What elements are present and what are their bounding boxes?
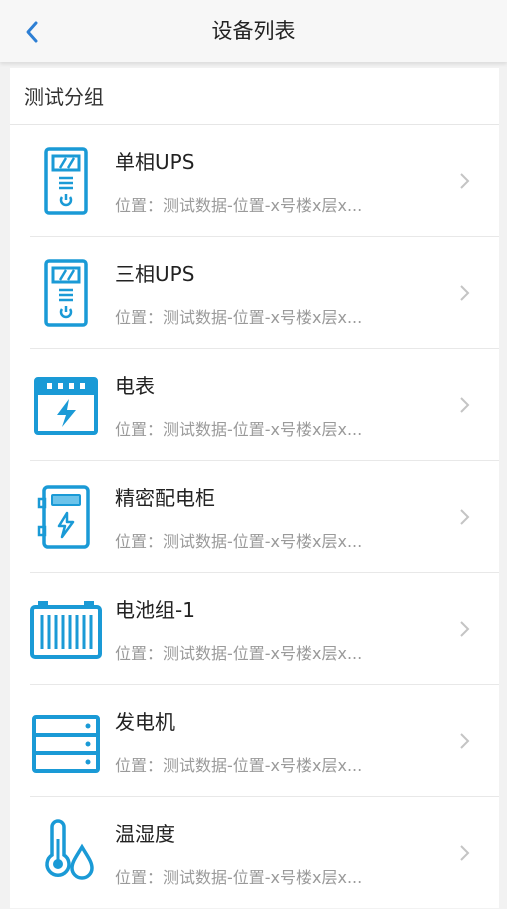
battery-icon	[30, 593, 102, 665]
chevron-right-icon	[460, 621, 470, 637]
device-name: 三相UPS	[115, 262, 195, 286]
device-item-battery-pack[interactable]: 电池组-1 位置：测试数据-位置-x号楼x层x...	[10, 573, 499, 685]
device-name: 温湿度	[115, 822, 175, 846]
chevron-right-icon	[460, 173, 470, 189]
device-location: 位置：测试数据-位置-x号楼x层x...	[115, 644, 363, 663]
device-item-temperature-humidity[interactable]: 温湿度 位置：测试数据-位置-x号楼x层x...	[10, 797, 499, 909]
device-item-generator[interactable]: 发电机 位置：测试数据-位置-x号楼x层x...	[10, 685, 499, 797]
device-item-three-phase-ups[interactable]: 三相UPS 位置：测试数据-位置-x号楼x层x...	[10, 237, 499, 349]
device-name: 电表	[115, 374, 155, 398]
chevron-right-icon	[460, 397, 470, 413]
device-location: 位置：测试数据-位置-x号楼x层x...	[115, 420, 363, 439]
cabinet-icon	[30, 481, 102, 553]
device-name: 电池组-1	[115, 598, 195, 622]
page-title: 设备列表	[211, 19, 296, 43]
device-location: 位置：测试数据-位置-x号楼x层x...	[115, 308, 363, 327]
chevron-right-icon	[460, 845, 470, 861]
device-name: 单相UPS	[115, 150, 195, 174]
device-location: 位置：测试数据-位置-x号楼x层x...	[115, 532, 363, 551]
device-location: 位置：测试数据-位置-x号楼x层x...	[115, 196, 363, 215]
ups-icon	[30, 257, 102, 329]
thermometer-humidity-icon	[30, 817, 102, 889]
ups-icon	[30, 145, 102, 217]
device-location: 位置：测试数据-位置-x号楼x层x...	[115, 756, 363, 775]
device-location: 位置：测试数据-位置-x号楼x层x...	[115, 868, 363, 887]
meter-icon	[30, 369, 102, 441]
device-name: 发电机	[115, 710, 175, 734]
device-item-single-phase-ups[interactable]: 单相UPS 位置：测试数据-位置-x号楼x层x...	[10, 125, 499, 237]
group-title: 测试分组	[10, 68, 499, 125]
chevron-right-icon	[460, 509, 470, 525]
top-bar: 设备列表	[0, 0, 507, 62]
device-item-meter[interactable]: 电表 位置：测试数据-位置-x号楼x层x...	[10, 349, 499, 461]
device-name: 精密配电柜	[115, 486, 215, 510]
generator-icon	[30, 705, 102, 777]
device-group-card: 测试分组 单相UPS 位置：测试数据-位置-x号楼x层x... 三相UPS 位置…	[10, 68, 499, 908]
device-item-distribution-cabinet[interactable]: 精密配电柜 位置：测试数据-位置-x号楼x层x...	[10, 461, 499, 573]
chevron-right-icon	[460, 733, 470, 749]
chevron-right-icon	[460, 285, 470, 301]
